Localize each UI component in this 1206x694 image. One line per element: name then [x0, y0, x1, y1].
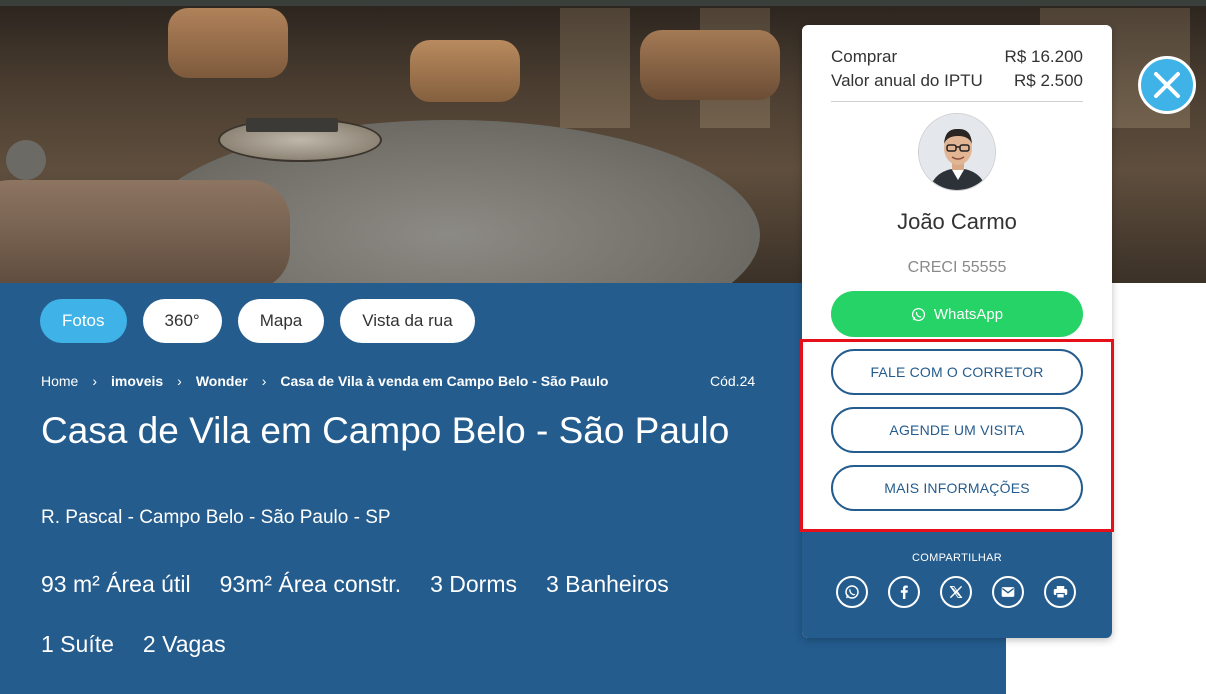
- share-label: COMPARTILHAR: [912, 552, 1002, 564]
- hero-sofa: [0, 180, 290, 283]
- property-address: R. Pascal - Campo Belo - São Paulo - SP: [41, 507, 391, 528]
- hero-chair: [640, 30, 780, 100]
- feature-vagas: 2 Vagas: [142, 631, 226, 657]
- price-list: Comprar R$ 16.200 Valor anual do IPTU R$…: [831, 45, 1083, 93]
- schedule-visit-button[interactable]: AGENDE UM VISITA: [831, 407, 1083, 453]
- divider: [831, 101, 1083, 102]
- price-value: R$ 16.200: [1004, 47, 1083, 66]
- whatsapp-button[interactable]: WhatsApp: [831, 291, 1083, 337]
- breadcrumb: Home › imoveis › Wonder › Casa de Vila à…: [41, 373, 608, 389]
- avatar-portrait: [919, 114, 995, 190]
- agent-avatar: [918, 113, 996, 191]
- tab-vista-da-rua[interactable]: Vista da rua: [340, 299, 475, 343]
- agent-card: Comprar R$ 16.200 Valor anual do IPTU R$…: [802, 25, 1112, 638]
- contact-agent-button[interactable]: FALE COM O CORRETOR: [831, 349, 1083, 395]
- email-icon: [1001, 587, 1015, 597]
- price-row-iptu: Valor anual do IPTU R$ 2.500: [831, 69, 1083, 93]
- hero-book: [246, 118, 338, 132]
- whatsapp-icon: [845, 585, 859, 599]
- share-facebook-button[interactable]: [888, 576, 920, 608]
- chevron-right-icon: ›: [177, 373, 182, 389]
- property-code: Cód.24: [710, 373, 756, 389]
- feature-dorms: 3 Dorms: [430, 571, 517, 597]
- hero-top-strip: [0, 0, 1206, 6]
- property-page: Fotos 360° Mapa Vista da rua Home › imov…: [0, 0, 1206, 694]
- close-button[interactable]: [1138, 56, 1196, 114]
- hero-chair: [168, 8, 288, 78]
- hero-vase: [6, 140, 46, 180]
- feature-suite: 1 Suíte: [41, 631, 114, 657]
- breadcrumb-wonder[interactable]: Wonder: [196, 373, 248, 389]
- breadcrumb-home[interactable]: Home: [41, 373, 78, 389]
- media-tabs: Fotos 360° Mapa Vista da rua: [40, 299, 475, 343]
- share-print-button[interactable]: [1044, 576, 1076, 608]
- chevron-right-icon: ›: [92, 373, 98, 389]
- whatsapp-icon: [911, 307, 925, 321]
- tab-fotos[interactable]: Fotos: [40, 299, 127, 343]
- feature-banheiros: 3 Banheiros: [546, 571, 669, 597]
- page-title: Casa de Vila em Campo Belo - São Paulo: [41, 410, 730, 451]
- property-features: 93 m² Área útil 93m² Área constr. 3 Dorm…: [41, 569, 761, 659]
- share-icons: [836, 576, 1076, 608]
- price-value: R$ 2.500: [1014, 71, 1083, 90]
- more-info-button[interactable]: MAIS INFORMAÇÕES: [831, 465, 1083, 511]
- price-label: Comprar: [831, 47, 898, 66]
- agent-creci: CRECI 55555: [907, 259, 1007, 276]
- price-row-buy: Comprar R$ 16.200: [831, 45, 1083, 69]
- tab-360[interactable]: 360°: [142, 299, 222, 343]
- hero-window: [560, 8, 630, 128]
- share-whatsapp-button[interactable]: [836, 576, 868, 608]
- share-section: COMPARTILHAR: [802, 532, 1112, 638]
- facebook-icon: [900, 585, 908, 599]
- print-icon: [1053, 586, 1067, 599]
- x-icon: [949, 585, 963, 599]
- tab-mapa[interactable]: Mapa: [237, 299, 325, 343]
- breadcrumb-current: Casa de Vila à venda em Campo Belo - São…: [280, 373, 609, 389]
- feature-area-util: 93 m² Área útil: [41, 571, 191, 597]
- share-x-button[interactable]: [940, 576, 972, 608]
- breadcrumb-imoveis[interactable]: imoveis: [111, 373, 163, 389]
- feature-area-constr: 93m² Área constr.: [219, 571, 402, 597]
- chevron-right-icon: ›: [261, 373, 267, 389]
- agent-name: João Carmo: [897, 209, 1017, 234]
- close-icon: [1154, 72, 1180, 98]
- share-email-button[interactable]: [992, 576, 1024, 608]
- price-label: Valor anual do IPTU: [831, 71, 983, 90]
- hero-chair: [410, 40, 520, 102]
- whatsapp-label: WhatsApp: [933, 305, 1004, 323]
